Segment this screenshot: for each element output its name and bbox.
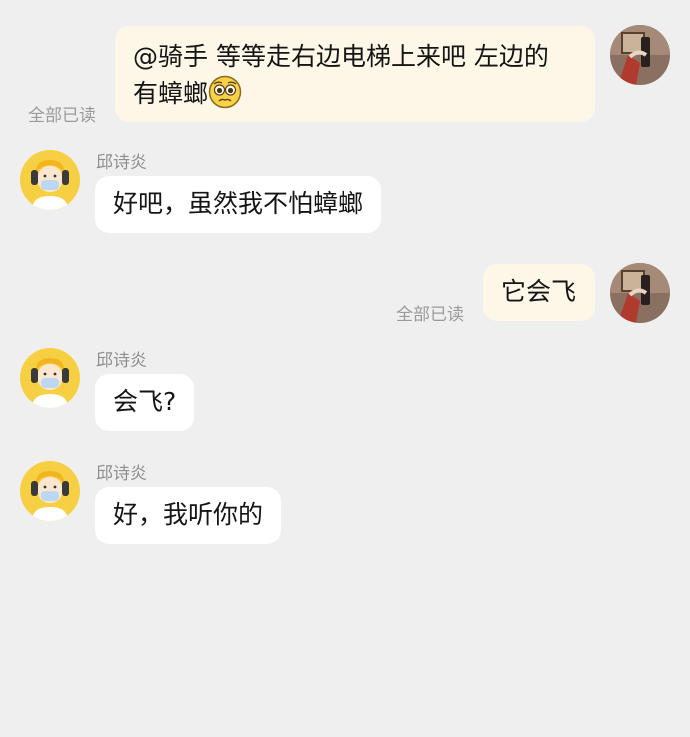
- message-text-line: 有蟑螂: [133, 75, 577, 112]
- message-text: 它会飞: [501, 277, 577, 306]
- message-bubble-theirs[interactable]: 好，我听你的: [95, 487, 282, 544]
- message-bubble-theirs[interactable]: 会飞?: [95, 374, 195, 431]
- sender-name: 邱诗炎: [96, 153, 147, 173]
- message-text: 好吧，虽然我不怕蟑螂: [113, 189, 364, 218]
- my-avatar[interactable]: [610, 25, 670, 85]
- contact-avatar[interactable]: [20, 461, 80, 521]
- read-status: 全部已读: [396, 305, 464, 325]
- read-status: 全部已读: [28, 106, 96, 126]
- photo-avatar-icon: [610, 25, 670, 85]
- message-text: 好，我听你的: [113, 500, 264, 529]
- masked-person-avatar-icon: [20, 348, 80, 408]
- message-bubble-theirs[interactable]: 好吧，虽然我不怕蟑螂: [95, 176, 382, 233]
- message-bubble-mine[interactable]: @骑手 等等走右边电梯上来吧 左边的 有蟑螂: [115, 26, 595, 122]
- message-bubble-mine[interactable]: 它会飞: [483, 264, 595, 321]
- message-text: 会飞?: [113, 387, 177, 416]
- pleading-face-emoji-icon: [208, 75, 242, 109]
- message-text-line: @骑手 等等走右边电梯上来吧 左边的: [133, 42, 549, 71]
- masked-person-avatar-icon: [20, 461, 80, 521]
- photo-avatar-icon: [610, 263, 670, 323]
- contact-avatar[interactable]: [20, 150, 80, 210]
- contact-avatar[interactable]: [20, 348, 80, 408]
- sender-name: 邱诗炎: [96, 351, 147, 371]
- masked-person-avatar-icon: [20, 150, 80, 210]
- my-avatar[interactable]: [610, 263, 670, 323]
- sender-name: 邱诗炎: [96, 464, 147, 484]
